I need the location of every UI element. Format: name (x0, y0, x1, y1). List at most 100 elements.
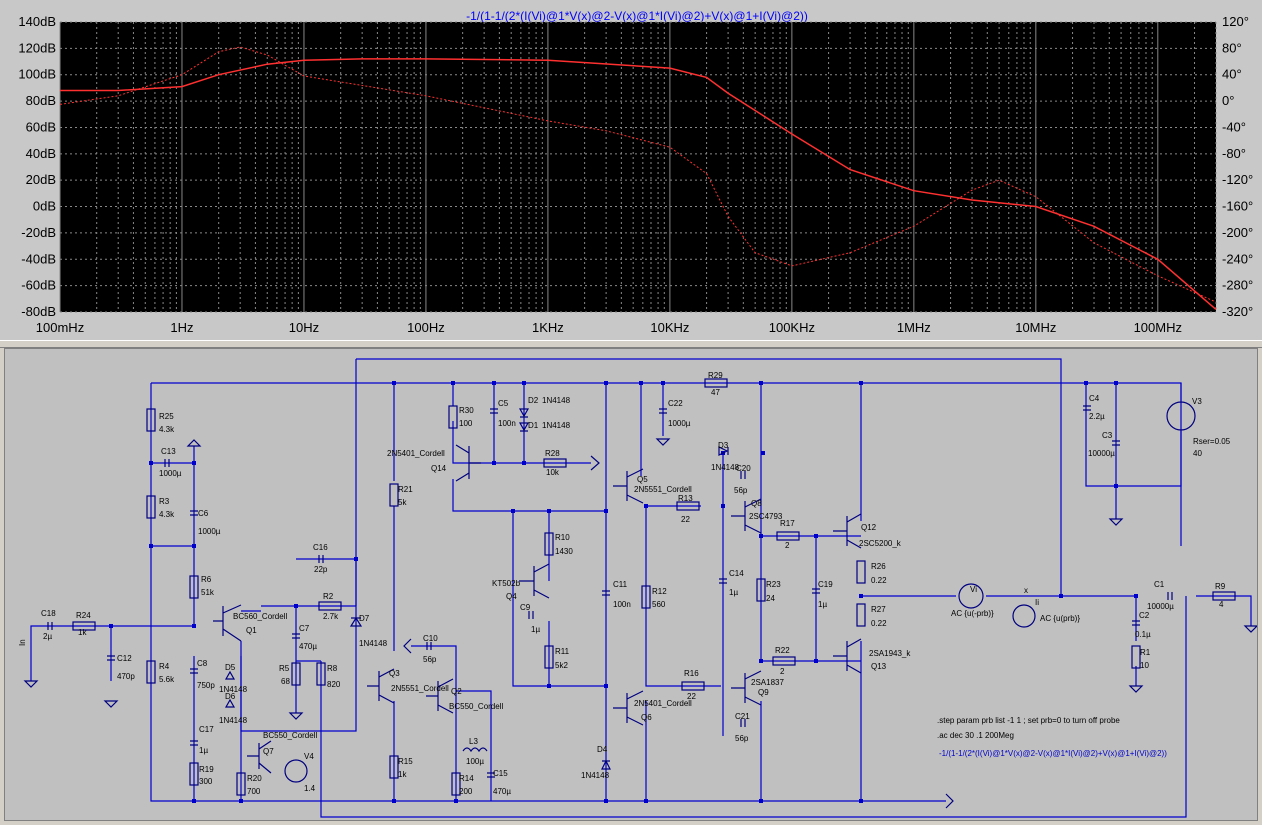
pane-splitter[interactable] (0, 340, 1262, 348)
x-axis-tick: 10KHz (650, 320, 689, 335)
svg-text:2N5551_Cordell: 2N5551_Cordell (634, 485, 692, 494)
svg-text:D3: D3 (718, 441, 729, 450)
x-axis-tick: 10MHz (1015, 320, 1056, 335)
right-axis-tick: -120° (1222, 172, 1253, 187)
svg-text:C21: C21 (735, 712, 750, 721)
svg-text:10000µ: 10000µ (1088, 449, 1115, 458)
left-axis-tick: -40dB (21, 251, 56, 266)
svg-text:R22: R22 (775, 646, 790, 655)
svg-text:R20: R20 (247, 774, 262, 783)
x-axis-tick: 100MHz (1134, 320, 1182, 335)
svg-text:R30: R30 (459, 406, 474, 415)
svg-text:R26: R26 (871, 562, 886, 571)
svg-text:D4: D4 (597, 745, 608, 754)
svg-text:C15: C15 (493, 769, 508, 778)
svg-text:R23: R23 (766, 580, 781, 589)
schematic[interactable]: R25 4.3k C13 1000µ R3 4.3k C6 1000µ R6 5… (5, 349, 1259, 820)
svg-text:D7: D7 (359, 614, 370, 623)
svg-text:Q9: Q9 (758, 688, 769, 697)
svg-text:BC550_Cordell: BC550_Cordell (263, 731, 317, 740)
svg-text:4.3k: 4.3k (159, 510, 175, 519)
svg-text:D5: D5 (225, 663, 236, 672)
svg-text:Q3: Q3 (389, 669, 400, 678)
svg-text:Q13: Q13 (871, 662, 887, 671)
left-axis-tick: 40dB (26, 146, 56, 161)
transistors[interactable] (213, 444, 862, 774)
x-axis-tick: 1Hz (170, 320, 193, 335)
left-axis-tick: 140dB (18, 14, 56, 29)
svg-text:1430: 1430 (555, 547, 573, 556)
svg-text:C3: C3 (1102, 431, 1113, 440)
svg-text:2SC4793: 2SC4793 (749, 512, 783, 521)
left-axis-tick: 60dB (26, 119, 56, 134)
svg-text:Q2: Q2 (451, 687, 462, 696)
right-axis-tick: 80° (1222, 40, 1242, 55)
svg-text:5.6k: 5.6k (159, 675, 175, 684)
svg-text:C10: C10 (423, 634, 438, 643)
x-axis-tick: 1KHz (532, 320, 564, 335)
svg-text:Q7: Q7 (263, 747, 274, 756)
trace-expression[interactable]: -1/(1-1/(2*(I(Vi)@1*V(x)@2-V(x)@1*I(Vi)@… (466, 9, 808, 23)
svg-text:1µ: 1µ (531, 625, 540, 634)
svg-text:-1/(1-1/(2*(I(Vi)@1*V(x)@2-V(x: -1/(1-1/(2*(I(Vi)@1*V(x)@2-V(x)@1*I(Vi)@… (939, 749, 1167, 758)
schematic-pane[interactable]: R25 4.3k C13 1000µ R3 4.3k C6 1000µ R6 5… (4, 348, 1259, 821)
svg-text:1000µ: 1000µ (668, 419, 691, 428)
svg-text:.step param prb list -1 1 ; se: .step param prb list -1 1 ; set prb=0 to… (937, 716, 1120, 725)
svg-text:R13: R13 (678, 494, 693, 503)
svg-text:56p: 56p (734, 486, 748, 495)
svg-text:AC {u(prb)}: AC {u(prb)} (1040, 614, 1080, 623)
svg-text:2N5551_Cordell: 2N5551_Cordell (391, 684, 449, 693)
svg-text:R2: R2 (323, 592, 334, 601)
right-axis-tick: -80° (1222, 146, 1246, 161)
spice-directives[interactable]: .step param prb list -1 1 ; set prb=0 to… (937, 716, 1167, 758)
svg-text:V3: V3 (1192, 397, 1202, 406)
bode-plot[interactable]: -1/(1-1/(2*(I(Vi)@1*V(x)@2-V(x)@1*I(Vi)@… (0, 0, 1262, 340)
svg-text:470p: 470p (117, 672, 135, 681)
right-axis-tick: -320° (1222, 304, 1253, 319)
waveform-plot-pane[interactable]: -1/(1-1/(2*(I(Vi)@1*V(x)@2-V(x)@1*I(Vi)@… (0, 0, 1262, 340)
right-axis-tick: -280° (1222, 278, 1253, 293)
svg-text:2.7k: 2.7k (323, 612, 339, 621)
svg-text:C20: C20 (736, 464, 751, 473)
svg-text:100µ: 100µ (466, 757, 484, 766)
svg-text:5k2: 5k2 (555, 661, 568, 670)
svg-text:.ac dec 30 .1 200Meg: .ac dec 30 .1 200Meg (937, 731, 1014, 740)
right-axis-tick: 0° (1222, 93, 1234, 108)
svg-text:1N4148: 1N4148 (359, 639, 388, 648)
svg-text:1N4148: 1N4148 (542, 421, 571, 430)
svg-text:Q4: Q4 (506, 592, 517, 601)
svg-text:820: 820 (327, 680, 341, 689)
svg-text:R1: R1 (1140, 648, 1151, 657)
svg-text:C22: C22 (668, 399, 683, 408)
left-axis-tick: 80dB (26, 93, 56, 108)
svg-text:C7: C7 (299, 624, 310, 633)
svg-text:C11: C11 (613, 580, 628, 589)
svg-text:C13: C13 (161, 447, 176, 456)
svg-text:R27: R27 (871, 605, 886, 614)
svg-text:1µ: 1µ (199, 746, 208, 755)
svg-text:Q8: Q8 (751, 499, 762, 508)
svg-text:470µ: 470µ (299, 642, 317, 651)
svg-text:2µ: 2µ (43, 632, 52, 641)
svg-text:V4: V4 (304, 752, 314, 761)
svg-text:C12: C12 (117, 654, 132, 663)
right-axis-tick: -200° (1222, 225, 1253, 240)
svg-text:C8: C8 (197, 659, 208, 668)
left-axis-tick: -60dB (21, 278, 56, 293)
svg-text:560: 560 (652, 600, 666, 609)
svg-text:2N5401_Cordell: 2N5401_Cordell (387, 449, 445, 458)
svg-text:C16: C16 (313, 543, 328, 552)
left-axis-tick: 0dB (33, 199, 56, 214)
svg-text:68: 68 (281, 677, 290, 686)
svg-text:C6: C6 (198, 509, 209, 518)
svg-text:10000µ: 10000µ (1147, 602, 1174, 611)
right-axis-tick: -160° (1222, 199, 1253, 214)
svg-text:1N4148: 1N4148 (542, 396, 571, 405)
svg-text:2: 2 (785, 541, 790, 550)
svg-text:C17: C17 (199, 725, 214, 734)
sources-and-inductor[interactable] (284, 401, 1196, 783)
svg-text:2SC5200_k: 2SC5200_k (859, 539, 902, 548)
svg-text:1µ: 1µ (729, 588, 738, 597)
svg-text:2: 2 (780, 667, 785, 676)
svg-text:0.22: 0.22 (871, 576, 887, 585)
